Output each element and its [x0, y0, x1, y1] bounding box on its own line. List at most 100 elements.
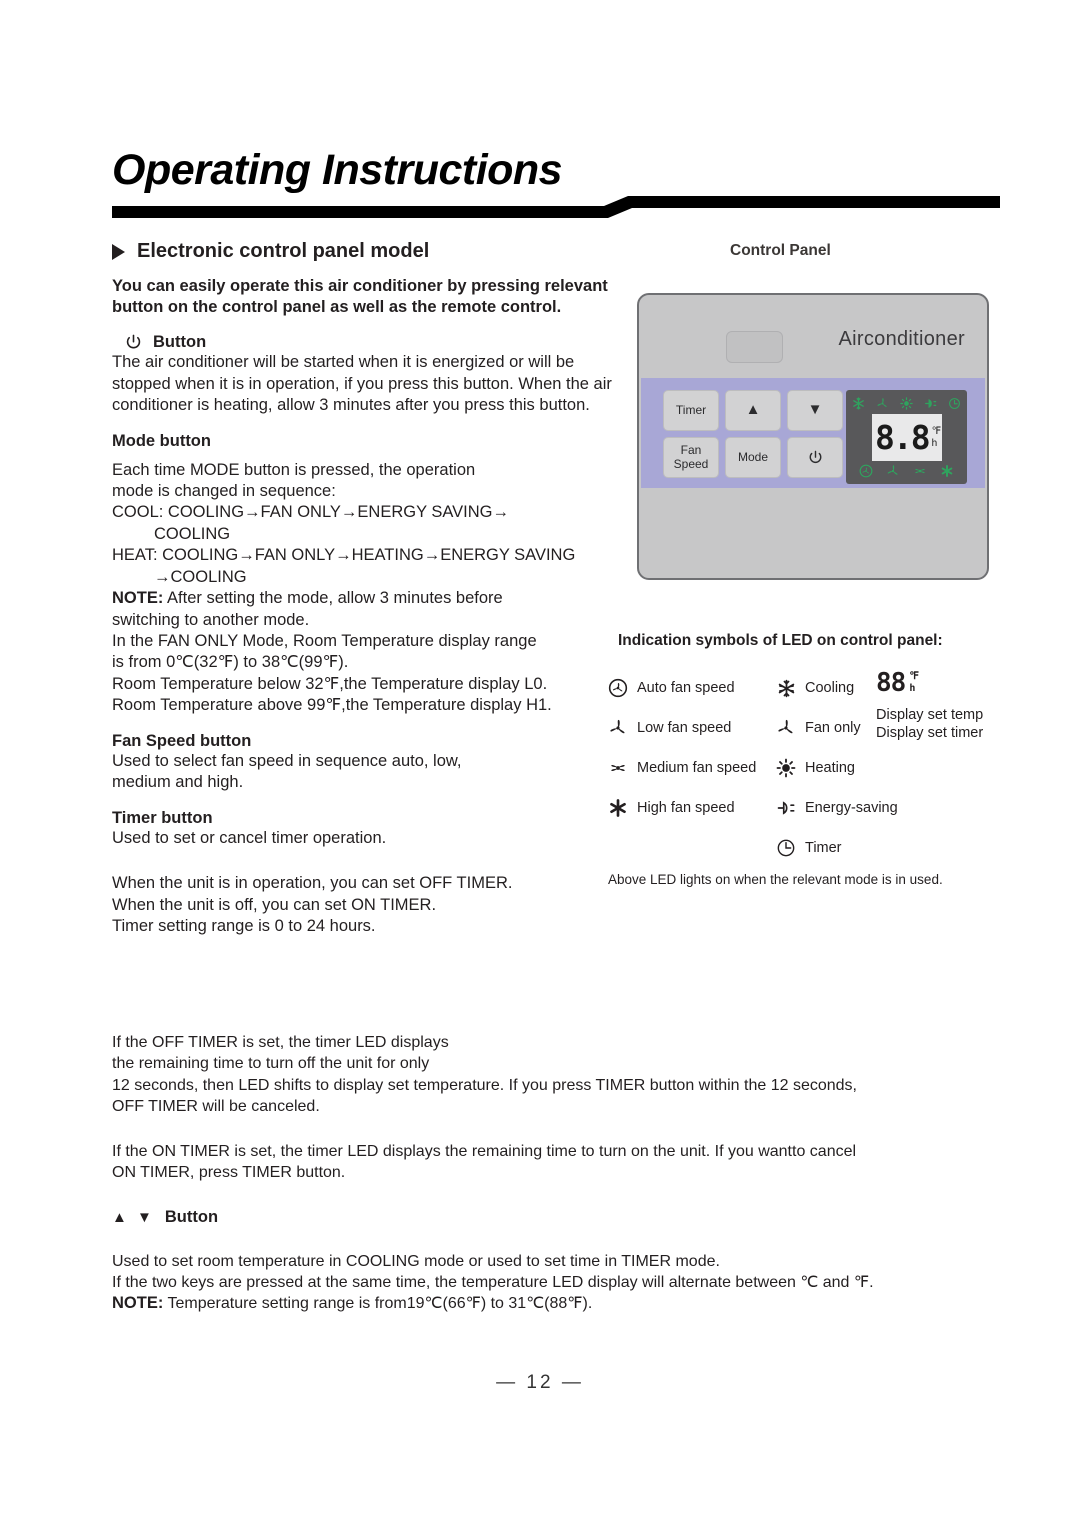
- mode-line-2: mode is changed in sequence:: [112, 481, 336, 500]
- cooling-icon: [852, 396, 864, 410]
- temp-up-button[interactable]: ▲: [725, 390, 781, 431]
- fan-speed-heading: Fan Speed button: [112, 731, 252, 750]
- timer-button-heading: Timer button: [112, 808, 213, 827]
- off-timer-line-1: If the OFF TIMER is set, the timer LED d…: [112, 1034, 449, 1051]
- legend-label: Low fan speed: [637, 720, 732, 736]
- lcd-unit-bottom: h: [931, 437, 938, 449]
- timer-icon: [776, 838, 796, 858]
- sample-caption-line-2: Display set timer: [876, 725, 984, 742]
- sample-unit-bottom: h: [909, 683, 915, 694]
- sample-caption-line-1: Display set temp: [876, 707, 984, 723]
- panel-brand-label: Airconditioner: [838, 328, 965, 350]
- temp-below-line: Room Temperature below 32℉,the Temperatu…: [112, 674, 548, 693]
- temp-down-button[interactable]: ▼: [787, 390, 843, 431]
- mode-line-1: Each time MODE button is pressed, the op…: [112, 460, 476, 479]
- lcd-units: ℉ h: [929, 426, 942, 449]
- legend-item-high-fan: High fan speed: [608, 788, 756, 828]
- updown-button-heading: Button: [164, 1207, 219, 1226]
- high-fan-icon: [608, 798, 628, 818]
- legend-display-sample: 88 ℉ h Display set temp Display set time…: [876, 668, 1006, 742]
- legend-label: Fan only: [805, 720, 861, 736]
- fan-speed-line-2: medium and high.: [112, 773, 244, 792]
- fan-only-icon: [776, 718, 796, 738]
- mode-sequence-cool: COOL: COOLING→FAN ONLY→ENERGY SAVING→: [112, 503, 509, 522]
- legend-title: Indication symbols of LED on control pan…: [618, 632, 943, 649]
- power-button-heading: Button: [153, 333, 207, 352]
- legend-label: Medium fan speed: [637, 760, 757, 776]
- legend-item-medium-fan: Medium fan speed: [608, 748, 756, 788]
- legend-label: Energy-saving: [805, 800, 898, 816]
- low-fan-icon: [887, 465, 898, 475]
- updown-note-text: Temperature setting range is from19℃(66℉…: [163, 1295, 593, 1313]
- fan-speed-button[interactable]: Fan Speed: [663, 437, 719, 478]
- bullet-triangle-icon: [112, 243, 125, 260]
- control-panel-illustration: Airconditioner Timer ▲ ▼ Fan Speed Mode: [637, 293, 989, 580]
- mode-sequence-cool-cont: COOLING: [154, 524, 231, 543]
- timer-op-line-1: When the unit is in operation, you can s…: [112, 874, 513, 893]
- timer-button[interactable]: Timer: [663, 390, 719, 431]
- sample-unit-top: ℉: [909, 671, 918, 682]
- page-header: Operating Instructions: [112, 146, 1000, 218]
- legend-label: Auto fan speed: [637, 680, 735, 696]
- off-timer-line-4: OFF TIMER will be canceled.: [112, 1097, 320, 1115]
- updown-line-2: If the two keys are pressed at the same …: [112, 1273, 874, 1291]
- mode-button[interactable]: Mode: [725, 437, 781, 478]
- fan-only-icon: [877, 397, 887, 407]
- power-button[interactable]: [787, 437, 843, 478]
- timer-button-label: Timer: [675, 402, 707, 417]
- legend-label: Heating: [805, 760, 855, 776]
- lcd-unit-top: ℉: [931, 426, 942, 437]
- sample-digits: 88: [876, 668, 906, 698]
- intro-paragraph: You can easily operate this air conditio…: [112, 277, 608, 317]
- mode-note-text: After setting the mode, allow 3 minutes …: [163, 589, 503, 608]
- page-footer: — 12 —: [496, 1372, 584, 1393]
- timer-icon: [949, 397, 961, 409]
- panel-recess: [726, 331, 783, 363]
- high-fan-icon: [941, 465, 952, 477]
- legend-item-energy-saving: Energy-saving: [776, 788, 898, 828]
- temp-up-button-label: ▲: [745, 401, 761, 419]
- energy-saving-icon: [776, 798, 796, 818]
- sample-units: ℉ h: [905, 668, 918, 695]
- left-column: You can easily operate this air conditio…: [112, 276, 632, 937]
- temp-down-button-label: ▼: [807, 401, 823, 419]
- heating-icon: [900, 396, 913, 410]
- power-icon: [809, 450, 821, 463]
- mode-sequence-heat: HEAT: COOLING→FAN ONLY→HEATING→ENERGY SA…: [112, 546, 576, 565]
- legend-item-timer: Timer: [776, 828, 898, 868]
- section-heading-label: Electronic control panel model: [137, 240, 430, 262]
- timer-op-line-2: When the unit is off, you can set ON TIM…: [112, 895, 437, 914]
- led-mode-row: [846, 395, 967, 411]
- low-fan-icon: [608, 718, 628, 738]
- control-panel-label: Control Panel: [730, 242, 831, 259]
- legend-label: Cooling: [805, 680, 855, 696]
- sample-caption: Display set temp Display set timer: [876, 706, 1006, 742]
- legend-item-heating: Heating: [776, 748, 898, 788]
- legend-label: Timer: [805, 840, 842, 856]
- mode-button-heading: Mode button: [112, 431, 211, 450]
- mode-button-label: Mode: [737, 449, 769, 464]
- medium-fan-icon: [915, 468, 925, 474]
- mode-note-row: NOTE: After setting the mode, allow 3 mi…: [112, 588, 632, 609]
- section-heading: Electronic control panel model: [112, 240, 429, 263]
- updown-button-heading-row: ▲ ▼ Button: [112, 1208, 982, 1227]
- sample-display: 88 ℉ h: [876, 668, 1006, 698]
- updown-note-label: NOTE:: [112, 1294, 164, 1313]
- energy-saving-icon: [925, 398, 937, 408]
- manual-page: Operating Instructions Electronic contro…: [0, 0, 1080, 1525]
- power-button-heading-row: Button: [112, 333, 632, 352]
- lcd-screen: 8.8 ℉ h: [872, 414, 942, 461]
- panel-button-grid: Timer ▲ ▼ Fan Speed Mode: [663, 390, 843, 478]
- fan-only-range-line-2: is from 0℃(32℉) to 38℃(99℉).: [112, 653, 349, 672]
- lower-text-block: If the OFF TIMER is set, the timer LED d…: [112, 1032, 982, 1315]
- panel-body: Airconditioner Timer ▲ ▼ Fan Speed Mode: [637, 293, 989, 580]
- mode-note-label: NOTE:: [112, 589, 164, 608]
- page-title: Operating Instructions: [112, 146, 563, 194]
- legend-label: High fan speed: [637, 800, 735, 816]
- timer-button-body: Used to set or cancel timer operation.: [112, 828, 387, 847]
- auto-fan-icon: [608, 678, 628, 698]
- fan-only-range-line-1: In the FAN ONLY Mode, Room Temperature d…: [112, 632, 537, 651]
- power-button-body: The air conditioner will be started when…: [112, 353, 612, 415]
- on-timer-line-2: ON TIMER, press TIMER button.: [112, 1164, 346, 1182]
- temp-above-line: Room Temperature above 99℉,the Temperatu…: [112, 696, 552, 715]
